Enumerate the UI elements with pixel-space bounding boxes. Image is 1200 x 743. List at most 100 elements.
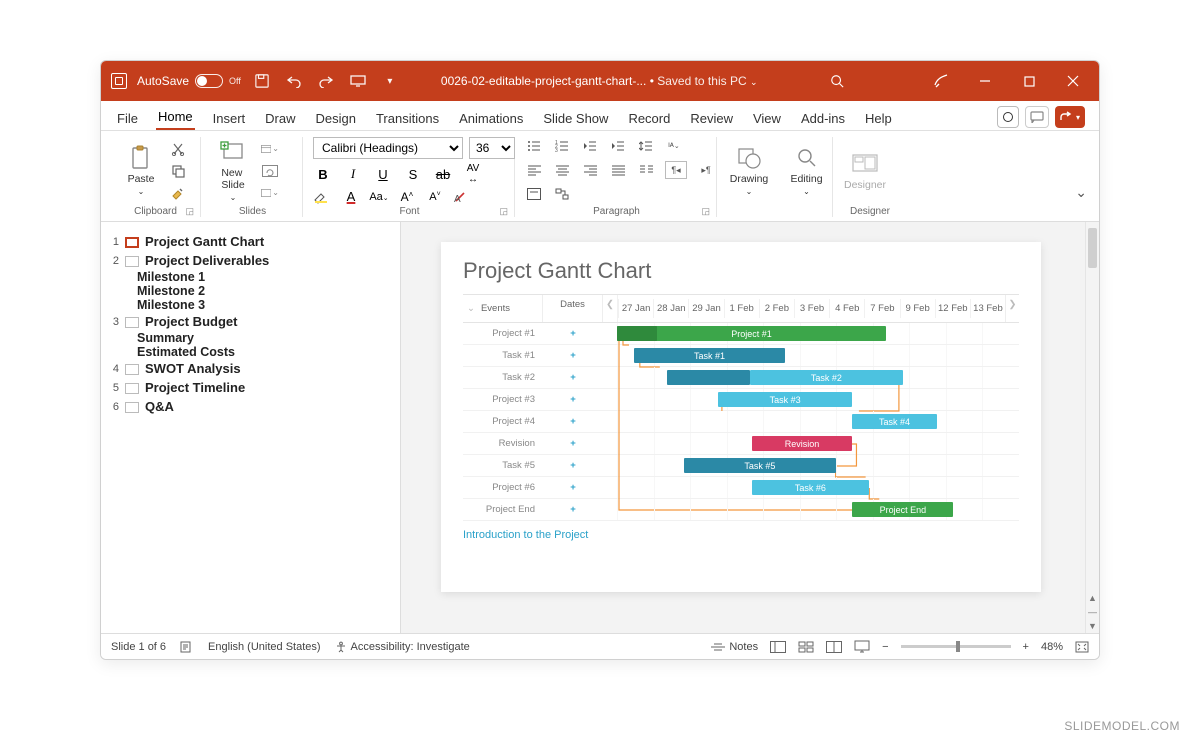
scroll-down-icon[interactable]: ▼ xyxy=(1086,619,1099,633)
font-color-button[interactable]: A xyxy=(341,189,361,204)
zoom-label[interactable]: 48% xyxy=(1041,641,1063,653)
outline-slide-1[interactable]: 1Project Gantt Chart xyxy=(105,232,392,251)
tab-review[interactable]: Review xyxy=(688,107,735,130)
slide-title[interactable]: Project Gantt Chart xyxy=(441,242,1041,290)
shadow-button[interactable]: S xyxy=(403,167,423,182)
comments-button[interactable] xyxy=(1025,106,1049,128)
accessibility-button[interactable]: Accessibility: Investigate xyxy=(335,641,470,653)
gantt-chart[interactable]: ⌄Events Dates ❮ 27 Jan28 Jan29 Jan1 Feb2… xyxy=(463,294,1019,521)
new-slide-button[interactable]: New Slide⌄ xyxy=(211,139,255,202)
gantt-row[interactable]: Task #5+Task #5 xyxy=(463,455,1019,477)
tab-animations[interactable]: Animations xyxy=(457,107,525,130)
redo-button[interactable] xyxy=(315,70,337,92)
align-left-button[interactable] xyxy=(525,161,543,179)
ltr-button[interactable]: ▸¶ xyxy=(697,161,715,179)
italic-button[interactable]: I xyxy=(343,166,363,182)
paste-button[interactable]: Paste⌄ xyxy=(119,145,163,196)
section-button[interactable]: ⌄ xyxy=(261,184,279,202)
highlight-button[interactable] xyxy=(313,190,333,204)
slide-subtitle[interactable]: Introduction to the Project xyxy=(441,521,1041,549)
tab-file[interactable]: File xyxy=(115,107,140,130)
camera-button[interactable] xyxy=(997,106,1019,128)
outline-sub[interactable]: Milestone 3 xyxy=(105,298,392,312)
tab-help[interactable]: Help xyxy=(863,107,894,130)
outline-slide-2[interactable]: 2Project Deliverables xyxy=(105,251,392,270)
language-label[interactable]: English (United States) xyxy=(208,641,321,653)
present-button[interactable] xyxy=(347,70,369,92)
copy-button[interactable] xyxy=(169,162,187,180)
gantt-row[interactable]: Project #3+Task #3 xyxy=(463,389,1019,411)
numbering-button[interactable]: 123 xyxy=(553,137,571,155)
zoom-out-button[interactable]: − xyxy=(882,641,888,653)
outline-slide-6[interactable]: 6Q&A xyxy=(105,397,392,416)
autosave-toggle[interactable]: AutoSave Off xyxy=(137,74,241,88)
close-button[interactable] xyxy=(1051,61,1095,101)
align-center-button[interactable] xyxy=(553,161,571,179)
justify-button[interactable] xyxy=(609,161,627,179)
undo-button[interactable] xyxy=(283,70,305,92)
outline-sub[interactable]: Milestone 2 xyxy=(105,284,392,298)
gantt-row[interactable]: Project #1+Project #1 xyxy=(463,323,1019,345)
outline-sub[interactable]: Estimated Costs xyxy=(105,345,392,359)
bold-button[interactable]: B xyxy=(313,167,333,182)
qat-more-button[interactable]: ▾ xyxy=(379,70,401,92)
save-button[interactable] xyxy=(251,70,273,92)
bullets-button[interactable] xyxy=(525,137,543,155)
format-painter-button[interactable] xyxy=(169,184,187,202)
tab-add-ins[interactable]: Add-ins xyxy=(799,107,847,130)
notes-button[interactable]: Notes xyxy=(711,641,758,653)
columns-button[interactable] xyxy=(637,161,655,179)
slide-canvas[interactable]: Project Gantt Chart ⌄Events Dates ❮ 27 J… xyxy=(441,242,1041,592)
tab-home[interactable]: Home xyxy=(156,105,195,130)
maximize-button[interactable] xyxy=(1007,61,1051,101)
drawing-button[interactable]: Drawing⌄ xyxy=(727,145,771,196)
paragraph-dialog-icon[interactable]: ◲ xyxy=(701,206,710,217)
sorter-view-button[interactable] xyxy=(798,641,814,653)
scroll-right-icon[interactable]: ❯ xyxy=(1005,295,1019,322)
outline-sub[interactable]: Milestone 1 xyxy=(105,270,392,284)
reset-button[interactable] xyxy=(261,162,279,180)
mic-button[interactable] xyxy=(919,61,963,101)
line-spacing-button[interactable] xyxy=(637,137,655,155)
shrink-font-button[interactable]: A˅ xyxy=(425,191,445,203)
reading-view-button[interactable] xyxy=(826,641,842,653)
tab-slide-show[interactable]: Slide Show xyxy=(541,107,610,130)
gantt-row[interactable]: Revision+Revision xyxy=(463,433,1019,455)
outline-slide-3[interactable]: 3Project Budget xyxy=(105,312,392,331)
share-button[interactable]: ▾ xyxy=(1055,106,1085,128)
cut-button[interactable] xyxy=(169,140,187,158)
outline-sub[interactable]: Summary xyxy=(105,331,392,345)
scroll-left-icon[interactable]: ❮ xyxy=(603,295,617,322)
clipboard-dialog-icon[interactable]: ◲ xyxy=(185,206,194,217)
tab-record[interactable]: Record xyxy=(626,107,672,130)
tab-draw[interactable]: Draw xyxy=(263,107,297,130)
layout-button[interactable]: ⌄ xyxy=(261,140,279,158)
vertical-scrollbar[interactable]: ▲ — ▼ xyxy=(1085,222,1099,633)
indent-dec-button[interactable] xyxy=(581,137,599,155)
align-text-button[interactable] xyxy=(525,185,543,203)
clear-format-button[interactable]: A xyxy=(453,190,473,204)
font-size-select[interactable]: 36 xyxy=(469,137,515,159)
collapse-ribbon-button[interactable]: ⌄ xyxy=(1075,184,1087,201)
zoom-slider[interactable] xyxy=(901,645,1011,648)
tab-insert[interactable]: Insert xyxy=(211,107,248,130)
gantt-row[interactable]: Task #2+Task #2 xyxy=(463,367,1019,389)
strike-button[interactable]: ab xyxy=(433,167,453,182)
font-name-select[interactable]: Calibri (Headings) xyxy=(313,137,463,159)
spacing-button[interactable]: AV↔ xyxy=(463,163,483,185)
document-title[interactable]: 0026-02-editable-project-gantt-chart-...… xyxy=(401,74,815,88)
outline-slide-4[interactable]: 4SWOT Analysis xyxy=(105,359,392,378)
font-dialog-icon[interactable]: ◲ xyxy=(499,206,508,217)
editing-button[interactable]: Editing⌄ xyxy=(789,145,824,196)
gantt-row[interactable]: Project End+Project End xyxy=(463,499,1019,521)
align-right-button[interactable] xyxy=(581,161,599,179)
zoom-in-button[interactable]: + xyxy=(1023,641,1029,653)
slide-counter[interactable]: Slide 1 of 6 xyxy=(111,641,166,653)
smartart-button[interactable] xyxy=(553,185,571,203)
indent-inc-button[interactable] xyxy=(609,137,627,155)
gantt-row[interactable]: Project #4+Task #4 xyxy=(463,411,1019,433)
editor-area[interactable]: Project Gantt Chart ⌄Events Dates ❮ 27 J… xyxy=(401,222,1099,633)
tab-design[interactable]: Design xyxy=(314,107,358,130)
fit-button[interactable] xyxy=(1075,641,1089,653)
change-case-button[interactable]: Aa⌄ xyxy=(369,191,389,203)
